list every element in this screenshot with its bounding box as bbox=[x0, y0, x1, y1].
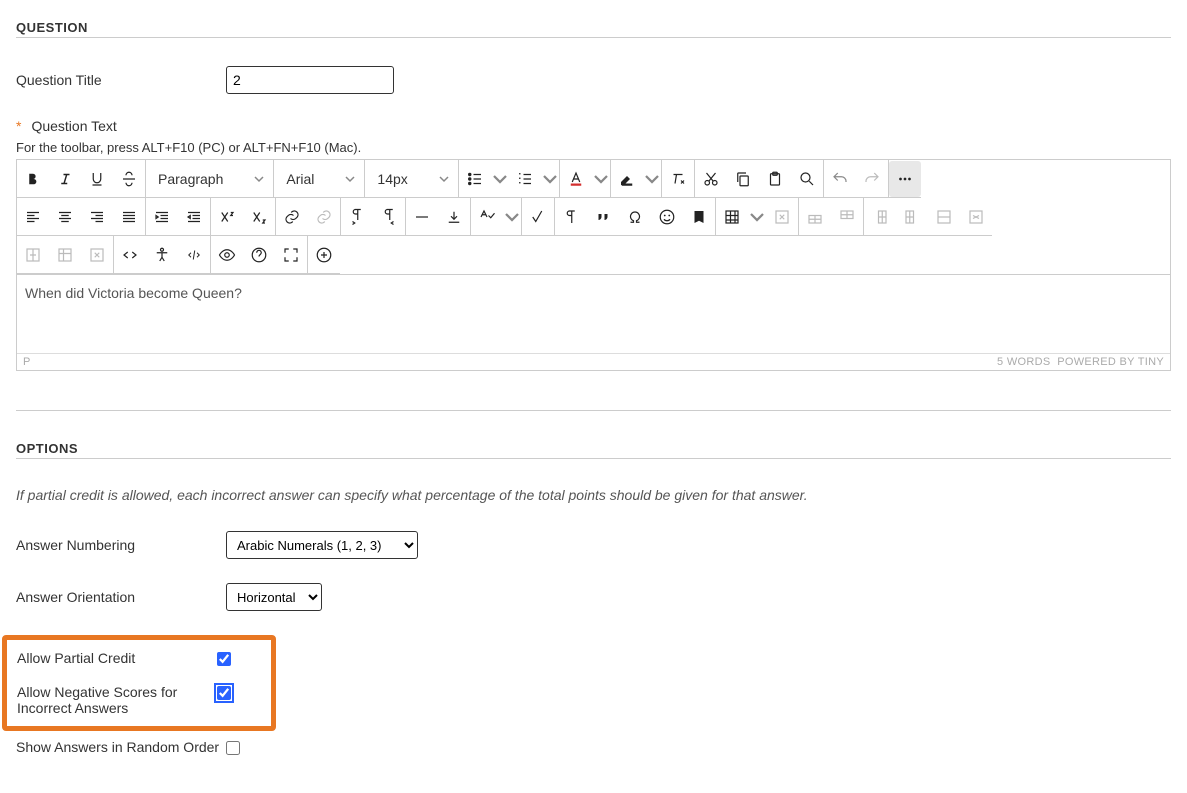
cut-button[interactable] bbox=[695, 161, 727, 197]
preview-button[interactable] bbox=[211, 237, 243, 273]
bullet-list-menu[interactable] bbox=[491, 161, 509, 197]
bold-button[interactable] bbox=[17, 161, 49, 197]
rich-text-editor: Paragraph Arial 14px bbox=[16, 159, 1171, 371]
chevron-down-icon bbox=[491, 170, 509, 188]
table-split-button[interactable] bbox=[17, 237, 49, 273]
text-color-menu[interactable] bbox=[592, 161, 610, 197]
font-family-select[interactable]: Arial bbox=[274, 161, 364, 197]
table-col-before-button[interactable] bbox=[864, 199, 896, 235]
superscript-button[interactable] bbox=[211, 199, 243, 235]
editor-path: P bbox=[23, 356, 31, 368]
highlight-color-button[interactable] bbox=[611, 161, 643, 197]
redo-button[interactable] bbox=[856, 161, 888, 197]
text-color-button[interactable] bbox=[560, 161, 592, 197]
options-note: If partial credit is allowed, each incor… bbox=[16, 487, 1171, 503]
unlink-button[interactable] bbox=[308, 199, 340, 235]
chevron-down-icon bbox=[592, 170, 610, 188]
question-text-label: Question Text bbox=[31, 118, 116, 134]
bullet-list-button[interactable] bbox=[459, 161, 491, 197]
add-content-button[interactable] bbox=[308, 237, 340, 273]
table-merge-button[interactable] bbox=[928, 199, 960, 235]
blockquote-button[interactable] bbox=[587, 199, 619, 235]
answer-numbering-label: Answer Numbering bbox=[16, 537, 226, 553]
more-button[interactable] bbox=[889, 161, 921, 197]
font-size-select[interactable]: 14px bbox=[365, 161, 457, 197]
question-title-label: Question Title bbox=[16, 72, 226, 88]
chevron-down-icon bbox=[344, 173, 356, 185]
rtl-button[interactable] bbox=[373, 199, 405, 235]
answer-numbering-select[interactable]: Arabic Numerals (1, 2, 3) bbox=[226, 531, 418, 559]
answer-orientation-select[interactable]: Horizontal bbox=[226, 583, 322, 611]
chevron-down-icon bbox=[643, 170, 661, 188]
italic-button[interactable] bbox=[49, 161, 81, 197]
editor-toolbar: Paragraph Arial 14px bbox=[17, 160, 1170, 275]
align-left-button[interactable] bbox=[17, 199, 49, 235]
strikethrough-button[interactable] bbox=[113, 161, 145, 197]
random-order-label: Show Answers in Random Order bbox=[16, 739, 226, 755]
allow-negative-scores-checkbox[interactable] bbox=[217, 686, 231, 700]
numbered-list-button[interactable] bbox=[509, 161, 541, 197]
fullscreen-button[interactable] bbox=[275, 237, 307, 273]
outdent-button[interactable] bbox=[178, 199, 210, 235]
table-cell-props-button[interactable] bbox=[81, 237, 113, 273]
accessibility-button[interactable] bbox=[146, 237, 178, 273]
table-props-button[interactable] bbox=[49, 237, 81, 273]
copy-button[interactable] bbox=[727, 161, 759, 197]
horizontal-rule-button[interactable] bbox=[406, 199, 438, 235]
align-right-button[interactable] bbox=[81, 199, 113, 235]
chevron-down-icon bbox=[438, 173, 450, 185]
toolbar-hint: For the toolbar, press ALT+F10 (PC) or A… bbox=[16, 140, 1171, 155]
block-format-select[interactable]: Paragraph bbox=[146, 161, 273, 197]
delete-table-button[interactable] bbox=[766, 199, 798, 235]
table-delete-row-button[interactable] bbox=[960, 199, 992, 235]
table-button[interactable] bbox=[716, 199, 748, 235]
source-code-button[interactable] bbox=[114, 237, 146, 273]
emoji-button[interactable] bbox=[651, 199, 683, 235]
random-order-checkbox[interactable] bbox=[226, 741, 240, 755]
clear-formatting-button[interactable] bbox=[662, 161, 694, 197]
help-button[interactable] bbox=[243, 237, 275, 273]
code-sample-button[interactable] bbox=[178, 237, 210, 273]
allow-partial-credit-label: Allow Partial Credit bbox=[17, 650, 217, 666]
indent-button[interactable] bbox=[146, 199, 178, 235]
link-button[interactable] bbox=[276, 199, 308, 235]
allow-partial-credit-checkbox[interactable] bbox=[217, 652, 231, 666]
highlight-color-menu[interactable] bbox=[643, 161, 661, 197]
question-section-header: QUESTION bbox=[16, 20, 1171, 38]
subscript-button[interactable] bbox=[243, 199, 275, 235]
chevron-down-icon bbox=[253, 173, 265, 185]
table-menu[interactable] bbox=[748, 199, 766, 235]
insert-line-button[interactable] bbox=[438, 199, 470, 235]
options-section-header: OPTIONS bbox=[16, 441, 1171, 459]
anchor-button[interactable] bbox=[683, 199, 715, 235]
undo-button[interactable] bbox=[824, 161, 856, 197]
find-button[interactable] bbox=[791, 161, 823, 197]
spellcheck-menu[interactable] bbox=[503, 199, 521, 235]
paste-button[interactable] bbox=[759, 161, 791, 197]
ltr-button[interactable] bbox=[341, 199, 373, 235]
answer-orientation-label: Answer Orientation bbox=[16, 589, 226, 605]
table-row-before-button[interactable] bbox=[799, 199, 831, 235]
allow-negative-scores-label: Allow Negative Scores for Incorrect Answ… bbox=[17, 684, 217, 716]
chevron-down-icon bbox=[748, 208, 766, 226]
underline-button[interactable] bbox=[81, 161, 113, 197]
chevron-down-icon bbox=[541, 170, 559, 188]
editor-status: 5 WORDS POWERED BY TINY bbox=[997, 356, 1164, 368]
align-justify-button[interactable] bbox=[113, 199, 145, 235]
numbered-list-menu[interactable] bbox=[541, 161, 559, 197]
question-title-input[interactable] bbox=[226, 66, 394, 94]
formula-button[interactable] bbox=[522, 199, 554, 235]
special-char-button[interactable] bbox=[619, 199, 651, 235]
spellcheck-button[interactable] bbox=[471, 199, 503, 235]
table-row-after-button[interactable] bbox=[831, 199, 863, 235]
table-col-after-button[interactable] bbox=[896, 199, 928, 235]
highlight-box: Allow Partial Credit Allow Negative Scor… bbox=[2, 635, 276, 731]
align-center-button[interactable] bbox=[49, 199, 81, 235]
chevron-down-icon bbox=[503, 208, 521, 226]
editor-content-area[interactable]: When did Victoria become Queen? bbox=[17, 275, 1170, 353]
required-asterisk: * bbox=[16, 118, 21, 134]
show-blocks-button[interactable] bbox=[555, 199, 587, 235]
